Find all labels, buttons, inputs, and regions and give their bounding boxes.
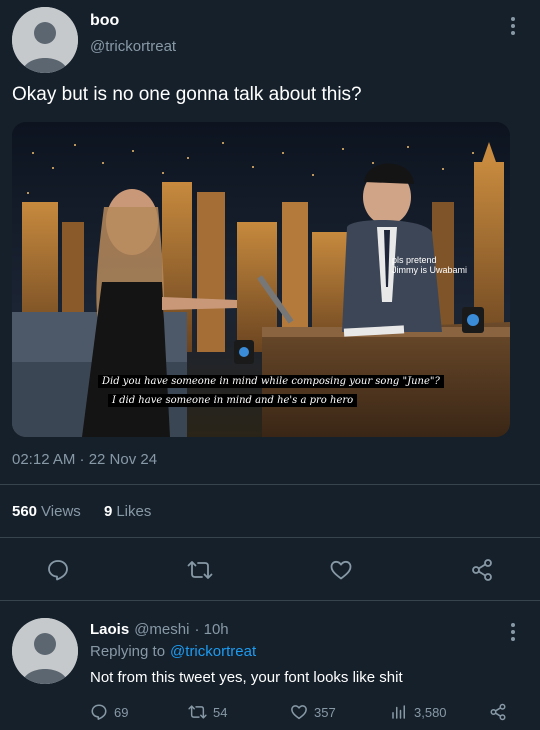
more-options-icon[interactable] — [504, 14, 522, 38]
heart-icon — [330, 560, 352, 580]
talk-show-photo — [12, 122, 510, 437]
tweet-media-image[interactable]: pls pretend Jimmy is Uwabami Did you hav… — [12, 122, 510, 437]
reply-text: Not from this tweet yes, your font looks… — [90, 669, 403, 686]
image-watermark-text: pls pretend Jimmy is Uwabami — [392, 255, 468, 275]
likes-label: Likes — [116, 503, 152, 520]
reply-button[interactable] — [44, 556, 72, 584]
reply-display-name[interactable]: Laois — [90, 621, 129, 638]
reply-likes-count: 357 — [314, 704, 336, 720]
retweet-button[interactable] — [186, 556, 214, 584]
author-avatar[interactable] — [12, 7, 78, 73]
image-caption-line-1: Did you have someone in mind while compo… — [98, 375, 444, 388]
views-count: 560 — [12, 503, 38, 520]
divider — [0, 537, 540, 538]
replying-to-prefix: Replying to — [90, 643, 166, 660]
reply-icon — [48, 560, 68, 581]
reply-time[interactable]: · 10h — [194, 621, 228, 638]
reply-views-count: 3,580 — [414, 704, 447, 720]
divider — [0, 484, 540, 485]
share-button[interactable] — [468, 556, 496, 584]
tweet-timestamp[interactable]: 02:12 AM · 22 Nov 24 — [12, 451, 157, 468]
reply-more-options-icon[interactable] — [504, 620, 522, 644]
tweet-text: Okay but is no one gonna talk about this… — [12, 84, 362, 105]
likes-count: 9 — [104, 503, 113, 520]
views-stat[interactable]: 560 Views — [12, 503, 81, 520]
reply-header: Laois @meshi · 10h — [90, 621, 229, 638]
replying-to-link[interactable]: @trickortreat — [170, 643, 256, 660]
share-icon — [490, 703, 506, 721]
reply-share-button[interactable] — [488, 702, 508, 722]
views-icon — [392, 705, 405, 719]
reply-retweets-count: 54 — [213, 704, 228, 720]
retweet-icon — [188, 705, 207, 719]
heart-icon — [291, 705, 307, 720]
default-avatar-icon — [12, 7, 78, 73]
image-caption-line-2: I did have someone in mind and he's a pr… — [108, 394, 358, 407]
reply-likes-button[interactable]: 357 — [290, 703, 336, 721]
retweet-icon — [187, 561, 213, 579]
likes-stat[interactable]: 9 Likes — [104, 503, 151, 520]
default-avatar-icon — [12, 618, 78, 684]
like-button[interactable] — [327, 556, 355, 584]
reply-retweets-button[interactable]: 54 — [188, 703, 227, 721]
reply-replies-button[interactable]: 69 — [90, 703, 128, 721]
reply-replies-count: 69 — [114, 704, 129, 720]
share-icon — [472, 559, 492, 581]
author-handle[interactable]: @trickortreat — [90, 38, 176, 55]
reply-author-avatar[interactable] — [12, 618, 78, 684]
author-display-name[interactable]: boo — [90, 12, 119, 30]
reply-views-button[interactable]: 3,580 — [390, 703, 447, 721]
divider — [0, 600, 540, 601]
views-label: Views — [41, 503, 81, 520]
reply-icon — [91, 704, 107, 720]
reply-handle[interactable]: @meshi — [134, 621, 189, 638]
replying-to: Replying to @trickortreat — [90, 643, 256, 660]
